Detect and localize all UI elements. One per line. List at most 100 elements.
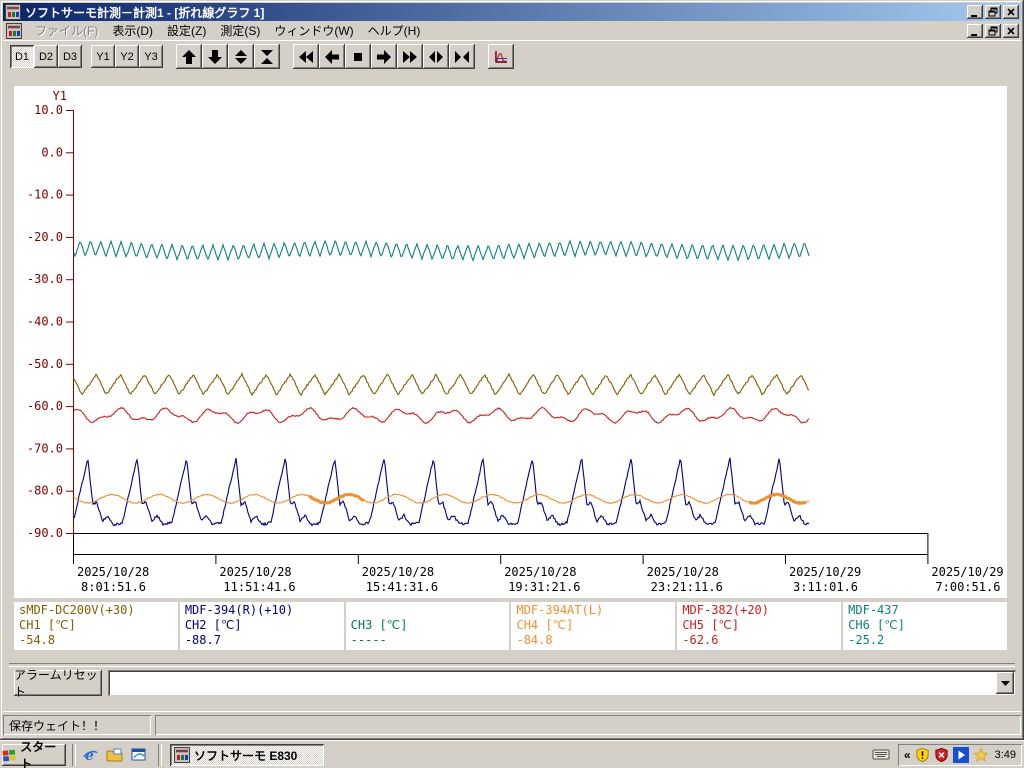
child-restore-button[interactable]	[985, 24, 1001, 38]
svg-text:7:00:51.6: 7:00:51.6	[935, 580, 1000, 594]
svg-text:2025/10/28: 2025/10/28	[77, 565, 149, 579]
stop-button[interactable]	[345, 44, 371, 69]
status-message: 保存ウェイト！！	[3, 715, 151, 735]
toolbar-d3-button[interactable]: D3	[58, 45, 82, 68]
taskbar-app-button[interactable]: ソフトサーモ E830	[170, 744, 324, 766]
restore-button[interactable]	[985, 5, 1001, 19]
window-title: ソフトサーモ計測－計測1 - [折れ線グラフ 1]	[25, 4, 963, 21]
expand-vertical-icon	[233, 49, 249, 65]
stop-icon	[350, 49, 366, 65]
alarm-combobox-dropdown-button[interactable]	[996, 672, 1014, 694]
show-desktop-icon	[106, 748, 123, 763]
separator	[9, 663, 1015, 667]
keyboard-icon	[872, 747, 890, 761]
step-backward-icon	[324, 49, 340, 65]
channel-legend: sMDF-DC200V(+30) CH1 [℃] -54.8 MDF-394(R…	[14, 602, 1007, 650]
compress-horizontal-button[interactable]	[449, 44, 475, 69]
outlook-express-icon	[130, 747, 147, 763]
compress-horizontal-icon	[454, 49, 470, 65]
svg-text:10.0: 10.0	[34, 103, 63, 117]
menu-window[interactable]: ウィンドウ(W)	[267, 20, 360, 41]
channel-name: MDF-382(+20)	[682, 603, 836, 618]
series-line-ch1	[74, 374, 809, 396]
compress-vertical-button[interactable]	[254, 44, 280, 69]
fast-forward-button[interactable]	[397, 44, 423, 69]
legend-cell-ch6: MDF-437 CH6 [℃] -25.2	[843, 602, 1007, 650]
windows-logo-icon	[2, 748, 17, 763]
toolbar-y1-button[interactable]: Y1	[91, 45, 115, 68]
start-button[interactable]: スタート	[2, 744, 66, 766]
child-minimize-button[interactable]	[967, 24, 983, 38]
channel-name: MDF-437	[848, 603, 1002, 618]
channel-value: -88.7	[185, 633, 339, 648]
chart-svg[interactable]: Y110.00.0-10.0-20.0-30.0-40.0-50.0-60.0-…	[14, 86, 1007, 598]
close-button[interactable]	[1003, 5, 1019, 19]
svg-text:3:11:01.6: 3:11:01.6	[793, 580, 858, 594]
menu-view[interactable]: 表示(D)	[105, 20, 160, 41]
quick-launch-show-desktop[interactable]	[104, 745, 124, 765]
svg-text:2025/10/29: 2025/10/29	[789, 565, 861, 579]
svg-text:2025/10/28: 2025/10/28	[219, 565, 291, 579]
svg-text:Y1: Y1	[53, 89, 67, 103]
svg-text:8:01:51.6: 8:01:51.6	[81, 580, 146, 594]
minimize-button[interactable]	[967, 5, 983, 19]
step-forward-button[interactable]	[371, 44, 397, 69]
security-alert-shield-icon[interactable]	[934, 747, 949, 763]
menu-help[interactable]: ヘルプ(H)	[361, 20, 428, 41]
alarm-reset-button[interactable]: アラームリセット	[14, 670, 102, 696]
toolbar-d2-button[interactable]: D2	[34, 45, 58, 68]
svg-text:-80.0: -80.0	[27, 484, 63, 498]
channel-label: CH4 [℃]	[516, 618, 670, 633]
toolbar-y2-button[interactable]: Y2	[115, 45, 139, 68]
channel-value: -----	[351, 633, 505, 648]
step-backward-button[interactable]	[319, 44, 345, 69]
channel-value: -84.8	[516, 633, 670, 648]
graph-client-area: Y110.00.0-10.0-20.0-30.0-40.0-50.0-60.0-…	[3, 71, 1021, 712]
quick-launch-outlook-express[interactable]	[128, 745, 148, 765]
fast-backward-button[interactable]	[293, 44, 319, 69]
minimize-icon	[969, 6, 981, 18]
expand-horizontal-button[interactable]	[423, 44, 449, 69]
keyboard-tray-icon[interactable]	[872, 747, 890, 761]
series-line-ch4	[74, 494, 809, 503]
svg-text:2025/10/29: 2025/10/29	[931, 565, 1003, 579]
restore-icon	[987, 25, 999, 37]
menu-measure[interactable]: 測定(S)	[213, 20, 267, 41]
toolbar: D1 D2 D3 Y1 Y2 Y3	[3, 40, 1021, 72]
scroll-down-button[interactable]	[202, 44, 228, 69]
tray-chevron[interactable]: «	[904, 748, 911, 762]
svg-text:2025/10/28: 2025/10/28	[362, 565, 434, 579]
time-range-box	[74, 534, 928, 555]
channel-value: -62.6	[682, 633, 836, 648]
alarm-combobox[interactable]	[108, 670, 1016, 696]
svg-text:-70.0: -70.0	[27, 441, 63, 455]
svg-text:-10.0: -10.0	[27, 188, 63, 202]
scroll-up-button[interactable]	[176, 44, 202, 69]
toolbar-y3-button[interactable]: Y3	[139, 45, 163, 68]
svg-text:15:41:31.6: 15:41:31.6	[366, 580, 438, 594]
svg-text:23:21:11.6: 23:21:11.6	[651, 580, 723, 594]
svg-text:19:31:21.6: 19:31:21.6	[508, 580, 580, 594]
star-icon[interactable]	[973, 747, 989, 763]
fast-backward-icon	[298, 49, 314, 65]
security-warning-shield-icon[interactable]	[915, 747, 930, 763]
toolbar-d1-button[interactable]: D1	[10, 45, 34, 68]
series-alarm-segment-ch4	[749, 494, 806, 503]
expand-vertical-button[interactable]	[228, 44, 254, 69]
document-icon[interactable]	[6, 23, 22, 39]
menu-file[interactable]: ファイル(F)	[28, 20, 105, 41]
graph-setup-button[interactable]	[488, 44, 514, 69]
expand-horizontal-icon	[428, 49, 444, 65]
menu-settings[interactable]: 設定(Z)	[160, 20, 213, 41]
svg-text:-20.0: -20.0	[27, 230, 63, 244]
svg-text:-90.0: -90.0	[27, 526, 63, 540]
play-indicator-icon[interactable]	[953, 747, 969, 763]
scroll-up-icon	[181, 49, 197, 65]
child-close-button[interactable]	[1003, 24, 1019, 38]
quick-launch-internet-explorer[interactable]: e	[80, 745, 100, 765]
legend-cell-ch4: MDF-394AT(L) CH4 [℃] -84.8	[511, 602, 675, 650]
graph-setup-icon	[493, 49, 509, 65]
svg-text:e: e	[85, 748, 94, 764]
restore-icon	[987, 6, 999, 18]
channel-value: -54.8	[19, 633, 173, 648]
